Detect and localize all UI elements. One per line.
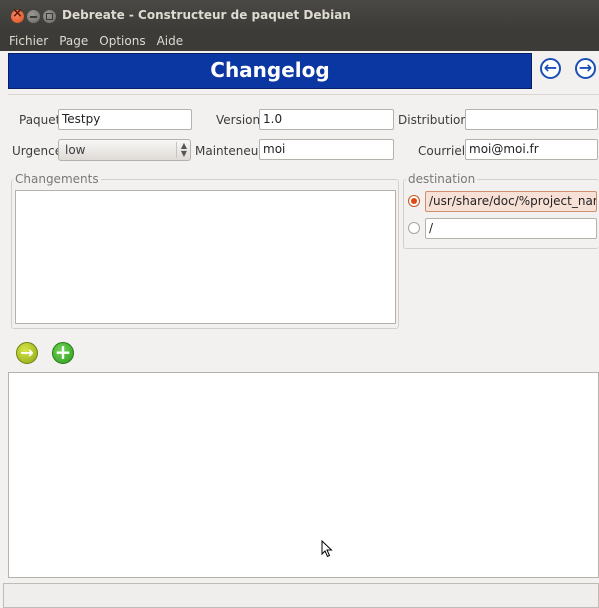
menu-bar: Fichier Page Options Aide — [0, 32, 599, 51]
destination-option-2-field[interactable]: / — [425, 218, 597, 239]
maximize-window-button[interactable] — [43, 10, 56, 23]
page-title: Changelog — [8, 53, 532, 89]
arrow-left-icon: ← — [543, 58, 558, 77]
close-window-button[interactable] — [11, 6, 24, 23]
add-button[interactable]: + — [52, 342, 74, 364]
menu-options[interactable]: Options — [91, 32, 148, 50]
destination-option-1-radio[interactable] — [408, 195, 420, 207]
menu-aide[interactable]: Aide — [149, 32, 187, 50]
arrow-right-icon: → — [20, 343, 34, 362]
destination-option-1-field[interactable]: /usr/share/doc/%project_name% — [425, 191, 597, 212]
window-title: Debreate - Constructeur de paquet Debian — [62, 8, 351, 22]
header-divider — [8, 94, 599, 95]
maintainer-field[interactable]: moi — [259, 139, 394, 160]
version-label: Version — [216, 113, 261, 127]
minimize-window-button[interactable] — [27, 10, 40, 23]
title-bar: Debreate - Constructeur de paquet Debian — [0, 0, 599, 32]
changes-group-title: Changements — [13, 172, 101, 186]
distribution-field[interactable] — [465, 109, 598, 130]
import-button[interactable]: → — [16, 342, 38, 364]
menu-fichier[interactable]: Fichier — [0, 32, 51, 50]
urgency-label: Urgence — [12, 144, 63, 158]
urgency-value: low — [65, 143, 86, 157]
mouse-cursor-icon — [321, 540, 333, 558]
status-bar — [3, 583, 599, 608]
destination-option-2-radio[interactable] — [408, 222, 420, 234]
next-page-button[interactable]: → — [575, 58, 596, 79]
previous-page-button[interactable]: ← — [540, 58, 561, 79]
email-field[interactable]: moi@moi.fr — [465, 139, 598, 160]
urgency-select[interactable]: low ▲ ▼ — [58, 139, 191, 161]
plus-icon: + — [54, 340, 72, 364]
package-field[interactable]: Testpy — [58, 109, 192, 130]
version-field[interactable]: 1.0 — [259, 109, 394, 130]
destination-group-title: destination — [406, 172, 478, 186]
changes-textarea[interactable] — [15, 190, 396, 324]
email-label: Courriel — [418, 144, 466, 158]
menu-page[interactable]: Page — [51, 32, 91, 50]
distribution-label: Distribution — [398, 113, 469, 127]
updown-arrow-icon: ▲ ▼ — [175, 142, 187, 158]
maintainer-label: Mainteneur — [195, 144, 264, 158]
package-label: Paquet — [19, 113, 61, 127]
arrow-right-icon: → — [578, 58, 593, 77]
changelog-textarea[interactable] — [8, 372, 599, 578]
